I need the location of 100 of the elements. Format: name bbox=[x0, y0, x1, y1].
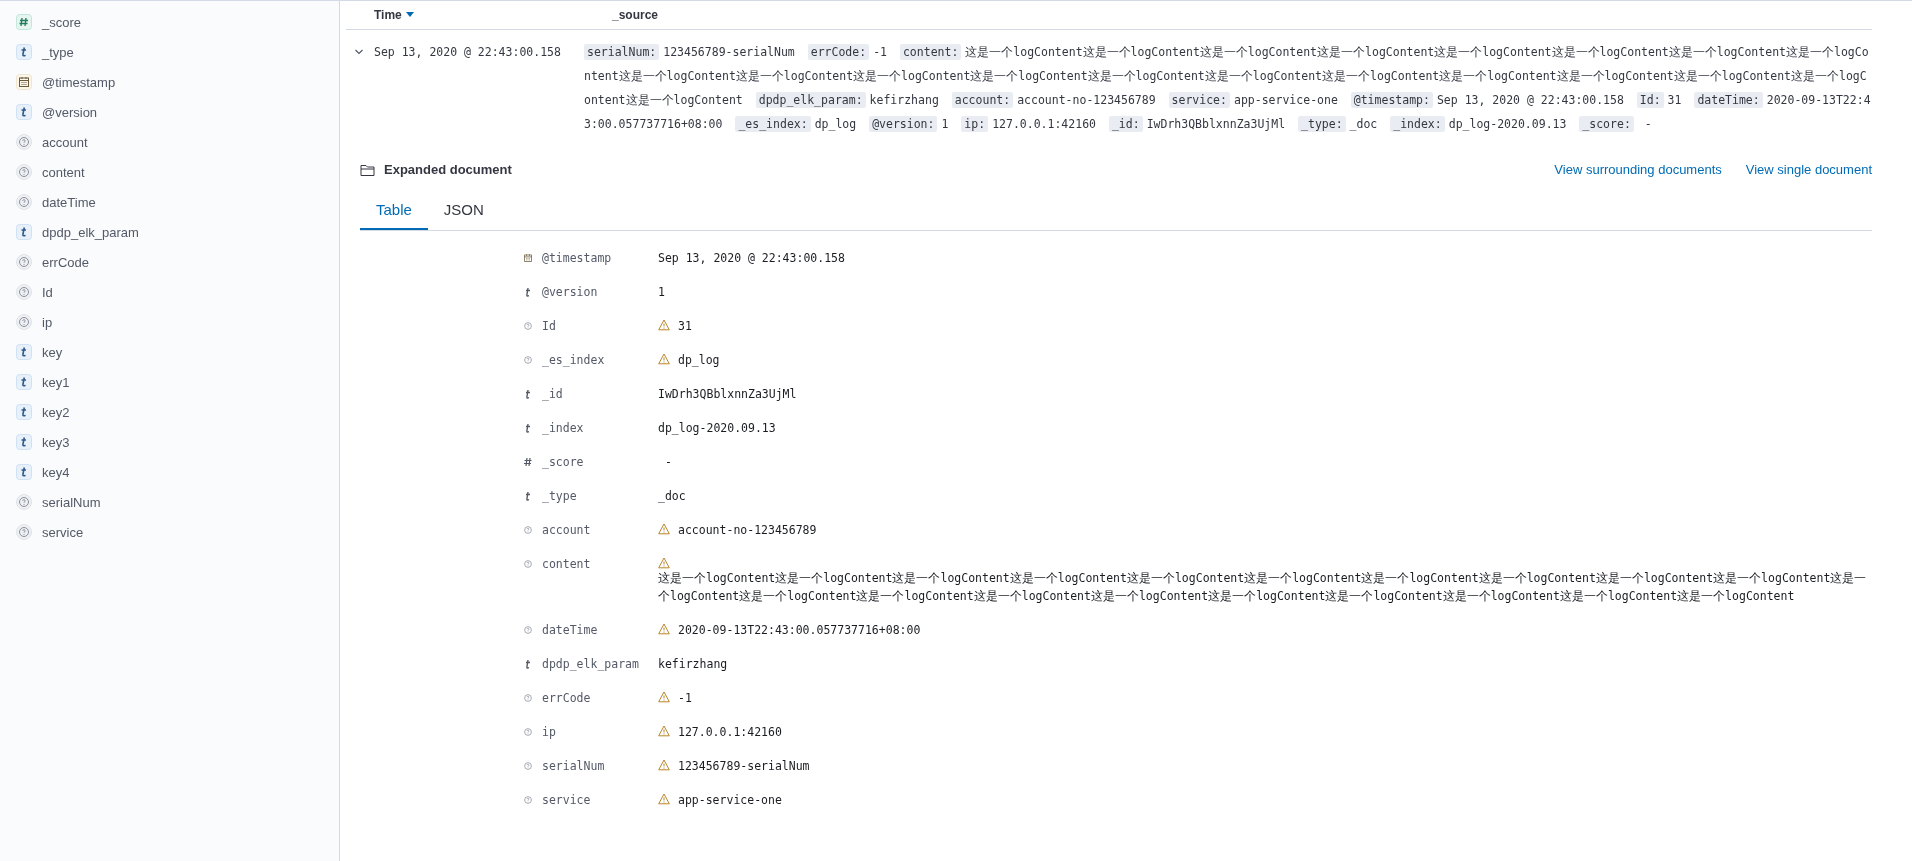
field-list-item[interactable]: @version bbox=[0, 97, 339, 127]
field-value: kefirzhang bbox=[658, 656, 728, 673]
question-circle-icon bbox=[16, 164, 32, 180]
warning-icon bbox=[658, 793, 670, 805]
field-name: service bbox=[542, 792, 591, 809]
field-name: @timestamp bbox=[542, 250, 612, 267]
panel-title: Expanded document bbox=[384, 162, 513, 177]
field-list-item[interactable]: dpdp_elk_param bbox=[0, 217, 339, 247]
field-list-item[interactable]: key1 bbox=[0, 367, 339, 397]
warning-icon bbox=[658, 557, 670, 569]
text-type-icon bbox=[16, 224, 32, 240]
field-list-item[interactable]: @timestamp bbox=[0, 67, 339, 97]
text-type-icon bbox=[16, 464, 32, 480]
field-list-item[interactable]: content bbox=[0, 157, 339, 187]
warning-icon bbox=[658, 319, 670, 331]
question-circle-icon bbox=[16, 254, 32, 270]
question-circle-icon bbox=[522, 624, 534, 636]
field-value: Sep 13, 2020 @ 22:43:00.158 bbox=[658, 250, 845, 267]
time-cell-text: Sep 13, 2020 @ 22:43:00.158 bbox=[374, 44, 562, 61]
question-circle-icon bbox=[16, 134, 32, 150]
field-list-item[interactable]: errCode bbox=[0, 247, 339, 277]
field-name: Id bbox=[542, 318, 556, 335]
column-header[interactable]: _source bbox=[612, 8, 659, 22]
field-list-item[interactable]: serialNum bbox=[0, 487, 339, 517]
field-value: 123456789-serialNum bbox=[678, 758, 810, 775]
question-circle-icon bbox=[522, 354, 534, 366]
field-name: @version bbox=[542, 284, 598, 301]
field-name: dateTime bbox=[542, 622, 598, 639]
field-name: _id bbox=[542, 386, 563, 403]
field-list-item[interactable]: key2 bbox=[0, 397, 339, 427]
document-link[interactable]: View surrounding documents bbox=[1554, 162, 1722, 177]
question-circle-icon bbox=[522, 558, 534, 570]
document-link[interactable]: View single document bbox=[1745, 162, 1872, 177]
field-name: serialNum bbox=[542, 758, 605, 775]
field-value: dp_log bbox=[678, 352, 720, 369]
warning-icon bbox=[658, 353, 670, 365]
calendar-icon bbox=[16, 74, 32, 90]
question-circle-icon bbox=[16, 314, 32, 330]
text-type-icon bbox=[16, 344, 32, 360]
warning-icon bbox=[658, 623, 670, 635]
field-value: 1 bbox=[658, 284, 665, 301]
field-value: 127.0.0.1:42160 bbox=[678, 724, 782, 741]
field-list-item[interactable]: _score bbox=[0, 7, 339, 37]
tab[interactable]: Table bbox=[360, 191, 428, 230]
warning-icon bbox=[658, 691, 670, 703]
sort-down-icon[interactable] bbox=[405, 12, 414, 18]
field-name: _index bbox=[542, 420, 584, 437]
field-name: _type bbox=[542, 488, 577, 505]
field-value: app-service-one bbox=[678, 792, 782, 809]
question-circle-icon bbox=[522, 760, 534, 772]
field-list-item[interactable]: account bbox=[0, 127, 339, 157]
text-type-icon bbox=[16, 434, 32, 450]
warning-icon bbox=[658, 725, 670, 737]
field-value: 这是一个logContent这是一个logContent这是一个logContent这是一个logContent这是一个logContent这是一个logContent这是一个logContent这是一个logContent这是一个logContent这是一个logContent这是一个logContent这是一个logContent这是一个logContent这是一个logContent这是一个logContent这是一个logContent这是一个logContent这是一个logContent这是一个logContent这是一个logContent bbox=[658, 570, 1868, 605]
number-type-icon bbox=[522, 456, 534, 468]
field-list-item[interactable]: Id bbox=[0, 277, 339, 307]
field-list-item[interactable]: dateTime bbox=[0, 187, 339, 217]
field-list-item[interactable]: key4 bbox=[0, 457, 339, 487]
field-name: errCode bbox=[542, 690, 591, 707]
field-name: _score bbox=[542, 454, 584, 471]
question-circle-icon bbox=[16, 524, 32, 540]
field-value: _doc bbox=[658, 488, 686, 505]
text-type-icon bbox=[16, 404, 32, 420]
column-header[interactable]: Time bbox=[374, 8, 402, 22]
question-circle-icon bbox=[16, 194, 32, 210]
field-name: account bbox=[542, 522, 591, 539]
number-type-icon bbox=[16, 14, 32, 30]
text-type-icon bbox=[16, 104, 32, 120]
field-list-item[interactable]: ip bbox=[0, 307, 339, 337]
field-list-item[interactable]: _type bbox=[0, 37, 339, 67]
field-value: - bbox=[663, 454, 672, 471]
question-circle-icon bbox=[522, 320, 534, 332]
field-list-item[interactable]: key bbox=[0, 337, 339, 367]
text-type-icon bbox=[16, 374, 32, 390]
warning-icon bbox=[658, 523, 670, 535]
field-value: 31 bbox=[678, 318, 692, 335]
field-name: content bbox=[542, 556, 591, 573]
question-circle-icon bbox=[522, 794, 534, 806]
tab[interactable]: JSON bbox=[427, 191, 500, 230]
calendar-icon bbox=[522, 252, 534, 264]
folder-icon bbox=[360, 162, 376, 177]
question-circle-icon bbox=[522, 692, 534, 704]
field-name: dpdp_elk_param bbox=[542, 656, 639, 673]
field-value: dp_log-2020.09.13 bbox=[658, 420, 776, 437]
chevron-icon[interactable] bbox=[354, 47, 364, 57]
question-circle-icon bbox=[16, 284, 32, 300]
field-name: ip bbox=[542, 724, 556, 741]
question-circle-icon bbox=[522, 524, 534, 536]
source-cell-text: serialNum: 123456789-serialNum errCode: -1 content: 这是一个logContent这是一个logContent这是一个logContent这是一个logContent这是一个logContent这是一个logContent这是一个logContent这是一个logContent这是一个logContent这是一个logContent这是一个logContent这是一个logContent这是一个logContent这是一个logContent这是一个logContent这是一个logContent这是一个logContent这是一个logContent这是一个logContent这是一个logContent dpdp_elk_param: kefirzhang account: account-no-123456789 service: app-service-one @timestamp: Sep 13, 2020 @ 22:43:00.158 Id: 31 dateTime: 2020-09-13T22:43:00.057737716+08:00 _es_index: dp_log @version: 1 ip: 127.0.0.1:42160 _id: IwDrh3QBblxnnZa3UjMl _type: _doc _index: dp_log-2020.09.13 _score: - bbox=[584, 43, 1872, 134]
field-value: IwDrh3QBblxnnZa3UjMl bbox=[658, 386, 797, 403]
question-circle-icon bbox=[522, 726, 534, 738]
warning-icon bbox=[658, 759, 670, 771]
field-name: _es_index bbox=[542, 352, 605, 369]
field-list-item[interactable]: key3 bbox=[0, 427, 339, 457]
field-list-item[interactable]: service bbox=[0, 517, 339, 547]
field-value: 2020-09-13T22:43:00.057737716+08:00 bbox=[678, 622, 921, 639]
text-type-icon bbox=[16, 44, 32, 60]
field-value: -1 bbox=[678, 690, 692, 707]
field-value: account-no-123456789 bbox=[678, 522, 817, 539]
question-circle-icon bbox=[16, 494, 32, 510]
